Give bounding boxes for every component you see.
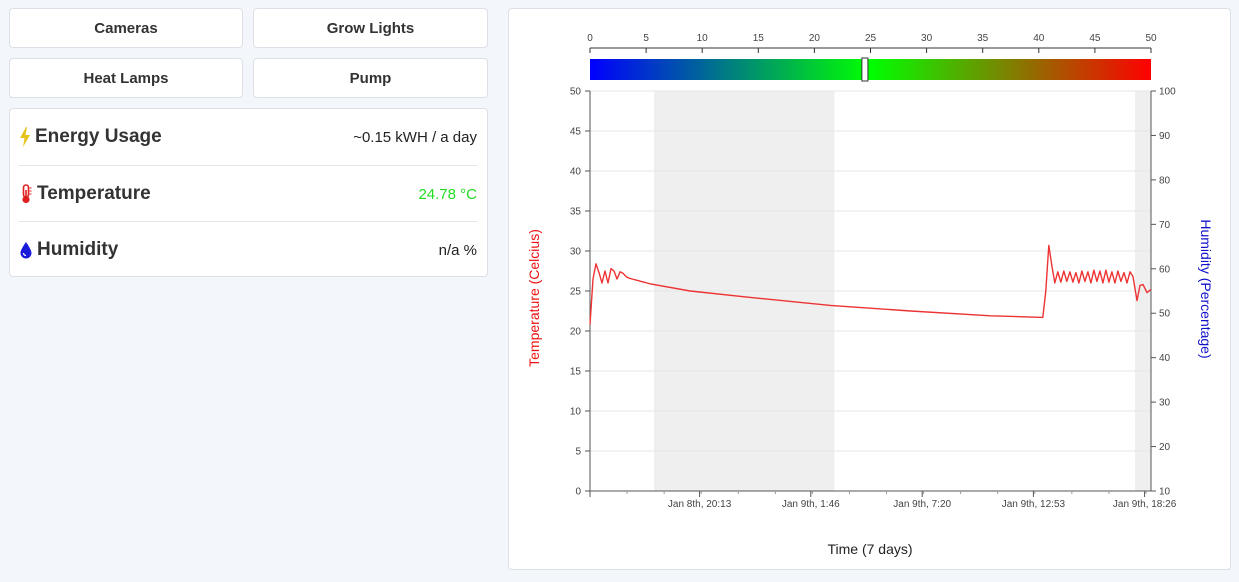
x-tick-label: Jan 9th, 12:53 (1002, 499, 1066, 510)
y-left-tick-label: 0 (575, 487, 581, 498)
y-left-tick-label: 10 (570, 407, 582, 418)
water-drop-icon (20, 242, 32, 259)
energy-usage-label: Energy Usage (35, 126, 162, 147)
x-axis-label: Time (7 days) (827, 541, 912, 557)
y-right-tick-label: 30 (1159, 398, 1171, 409)
energy-usage-row: Energy Usage ~0.15 kWH / a day (19, 109, 477, 165)
x-tick-label: Jan 9th, 1:46 (782, 499, 840, 510)
gauge-marker (861, 57, 869, 82)
temperature-row: Temperature 24.78 °C (19, 165, 477, 222)
y-left-tick-label: 5 (575, 447, 581, 458)
y-right-tick-label: 100 (1159, 87, 1176, 98)
y-right-tick-label: 20 (1159, 442, 1171, 453)
gauge-tick-label: 50 (1145, 33, 1157, 44)
y-right-tick-label: 90 (1159, 131, 1171, 142)
pump-button[interactable]: Pump (253, 58, 488, 98)
humidity-row: Humidity n/a % (19, 221, 477, 278)
humidity-value: n/a % (438, 241, 477, 259)
y-right-tick-label: 40 (1159, 353, 1171, 364)
y-left-tick-label: 20 (570, 327, 582, 338)
temperature-value: 24.78 °C (418, 185, 477, 203)
y-axis-right-label: Humidity (Percentage) (1198, 219, 1214, 358)
gauge-tick-label: 40 (1033, 33, 1045, 44)
y-left-tick-label: 30 (570, 247, 582, 258)
temperature-chart: 0 5 10 15 20 25 30 35 40 45 50 0 5 10 15 20 25 30 35 40 45 5… (526, 33, 1214, 557)
y-right-tick-label: 70 (1159, 220, 1171, 231)
y-left-tick-label: 15 (570, 367, 582, 378)
cameras-button[interactable]: Cameras (9, 8, 243, 48)
y-axis-left-label: Temperature (Celcius) (526, 229, 542, 367)
y-right-tick-label: 50 (1159, 309, 1171, 320)
gauge-tick-label: 15 (753, 33, 765, 44)
thermometer-icon (22, 184, 32, 204)
temperature-gauge: 0 5 10 15 20 25 30 35 40 45 50 (587, 33, 1157, 82)
gauge-tick-label: 10 (697, 33, 709, 44)
temperature-chart-panel: 0 5 10 15 20 25 30 35 40 45 50 0 5 10 15 20 25 30 35 40 45 5… (508, 8, 1231, 570)
x-tick-label: Jan 9th, 7:20 (893, 499, 951, 510)
y-right-tick-label: 60 (1159, 264, 1171, 275)
y-right-tick-label: 80 (1159, 175, 1171, 186)
plot-area: 0 5 10 15 20 25 30 35 40 45 50 10 20 30 40 50 60 70 80 90 10… (570, 87, 1177, 511)
grow-lights-button[interactable]: Grow Lights (253, 8, 488, 48)
y-left-tick-label: 40 (570, 167, 582, 178)
x-tick-label: Jan 8th, 20:13 (668, 499, 732, 510)
y-left-tick-label: 50 (570, 87, 582, 98)
gauge-tick-label: 35 (977, 33, 989, 44)
y-right-tick-label: 10 (1159, 487, 1171, 498)
y-left-tick-label: 45 (570, 127, 582, 138)
energy-usage-value: ~0.15 kWH / a day (353, 128, 477, 146)
gauge-gradient-bar (590, 59, 1151, 80)
lightning-icon (20, 127, 30, 147)
temperature-label: Temperature (37, 183, 151, 204)
gauge-tick-label: 45 (1089, 33, 1101, 44)
heat-lamps-button[interactable]: Heat Lamps (9, 58, 243, 98)
humidity-label: Humidity (37, 239, 119, 260)
x-tick-label: Jan 9th, 18:26 (1113, 499, 1177, 510)
gauge-tick-label: 25 (865, 33, 877, 44)
gauge-tick-label: 30 (921, 33, 933, 44)
y-left-tick-label: 25 (570, 287, 582, 298)
gauge-tick-label: 20 (809, 33, 821, 44)
gauge-tick-label: 5 (643, 33, 649, 44)
gauge-tick-label: 0 (587, 33, 593, 44)
y-left-tick-label: 35 (570, 207, 582, 218)
stats-panel: Energy Usage ~0.15 kWH / a day Temperatu… (9, 108, 488, 277)
